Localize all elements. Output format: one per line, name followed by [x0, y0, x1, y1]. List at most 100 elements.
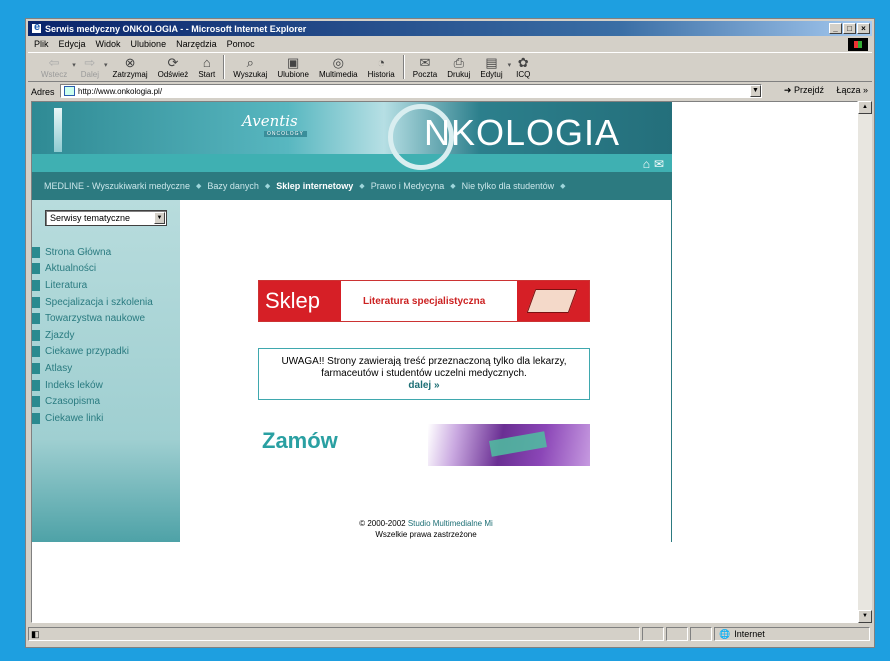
banner-strip: [32, 154, 672, 172]
square-bullet-icon: [32, 263, 40, 275]
sidebar-item-label: Ciekawe linki: [45, 412, 104, 424]
shop-logo: Sklep: [259, 281, 341, 321]
windows-logo-icon: [848, 38, 868, 51]
forward-label: Dalej: [80, 70, 99, 79]
warning-box: UWAGA!! Strony zawierają treść przeznacz…: [258, 348, 590, 400]
footer-studio-link[interactable]: Studio Multimedialne Mi: [408, 519, 493, 528]
vertical-scrollbar[interactable]: ▲ ▼: [858, 101, 872, 623]
aventis-oncology-label: ONCOLOGY: [264, 131, 307, 137]
sidebar-item-atlasy[interactable]: Atlasy: [32, 360, 153, 377]
print-button[interactable]: ⎙ Drukuj: [442, 53, 475, 81]
sidebar-item-towarzystwa[interactable]: Towarzystwa naukowe: [32, 310, 153, 327]
sidebar-item-label: Towarzystwa naukowe: [45, 313, 146, 325]
order-heading[interactable]: Zamów: [262, 428, 338, 454]
edit-label: Edytuj: [480, 70, 503, 79]
globe-icon: 🌐: [719, 628, 731, 639]
site-banner: Aventis ONCOLOGY NKOLOGIA: [32, 102, 672, 170]
square-bullet-icon: [32, 246, 40, 258]
nav-medline[interactable]: MEDLINE - Wyszukiwarki medyczne: [44, 181, 190, 191]
toolbar-separator: [402, 55, 405, 79]
sidebar: Serwisy tematyczne ▼ Strona Główna Aktua…: [32, 200, 180, 542]
home-icon[interactable]: ⌂: [643, 157, 650, 171]
status-bar: ◧ 🌐 Internet: [28, 625, 872, 643]
home-button[interactable]: ⌂ Start: [193, 53, 220, 81]
media-button[interactable]: ◎ Multimedia: [314, 53, 363, 81]
sidebar-item-label: Zjazdy: [45, 329, 75, 341]
menu-tools[interactable]: Narzędzia: [176, 39, 217, 49]
forward-button[interactable]: ⇨ Dalej: [76, 53, 104, 81]
sidebar-item-indeks-lekow[interactable]: Indeks leków: [32, 377, 153, 394]
sidebar-item-label: Ciekawe przypadki: [45, 346, 129, 358]
edit-button[interactable]: ▤ Edytuj: [475, 53, 507, 81]
address-input[interactable]: http://www.onkologia.pl/ ▼: [60, 84, 762, 98]
sidebar-item-zjazdy[interactable]: Zjazdy: [32, 327, 153, 344]
sidebar-item-czasopisma[interactable]: Czasopisma: [32, 393, 153, 410]
refresh-icon: ⟳: [167, 55, 179, 70]
order-product-image[interactable]: [428, 424, 590, 466]
bullet-icon: ◆: [359, 183, 365, 190]
icq-button[interactable]: ✿ ICQ: [511, 53, 535, 81]
maximize-button[interactable]: □: [843, 23, 856, 34]
stop-button[interactable]: ⊗ Zatrzymaj: [108, 53, 153, 81]
home-label: Start: [198, 70, 216, 79]
menu-help[interactable]: Pomoc: [227, 39, 255, 49]
bullet-icon: ◆: [264, 183, 271, 190]
sidebar-item-ciekawe-linki[interactable]: Ciekawe linki: [32, 410, 153, 427]
thematic-services-select[interactable]: Serwisy tematyczne ▼: [45, 210, 167, 226]
menu-favorites[interactable]: Ulubione: [131, 39, 167, 49]
square-bullet-icon: [32, 396, 40, 408]
links-button[interactable]: Łącza »: [836, 85, 868, 95]
sidebar-item-aktualnosci[interactable]: Aktualności: [32, 261, 153, 278]
mail-button[interactable]: ✉ Poczta: [408, 53, 442, 81]
icq-flower-icon: ✿: [517, 55, 529, 70]
nav-bazy-danych[interactable]: Bazy danych: [207, 181, 259, 191]
address-label: Adres: [31, 86, 55, 97]
square-bullet-icon: [32, 296, 40, 308]
menu-edit[interactable]: Edycja: [59, 39, 86, 49]
address-dropdown-icon[interactable]: ▼: [750, 85, 761, 97]
nav-nie-tylko-dla-studentow[interactable]: Nie tylko dla studentów: [462, 181, 555, 191]
menu-bar: Plik Edycja Widok Ulubione Narzędzia Pom…: [28, 37, 872, 51]
go-label: Przejdź: [793, 85, 824, 95]
go-button[interactable]: ➜ Przejdź: [784, 85, 824, 96]
scroll-up-icon[interactable]: ▲: [858, 101, 872, 114]
nav-sklep-internetowy[interactable]: Sklep internetowy: [276, 181, 353, 191]
status-text: ◧: [28, 627, 640, 641]
print-label: Drukuj: [447, 70, 471, 79]
status-cell: [666, 627, 688, 641]
square-bullet-icon: [32, 362, 40, 374]
mail-icon[interactable]: ✉: [654, 157, 664, 171]
minimize-button[interactable]: _: [829, 23, 842, 34]
chevron-down-icon: ▼: [154, 212, 165, 224]
icq-label: ICQ: [516, 70, 531, 79]
nav-prawo-i-medycyna[interactable]: Prawo i Medycyna: [371, 181, 445, 191]
sidebar-item-strona-glowna[interactable]: Strona Główna: [32, 244, 153, 261]
square-bullet-icon: [32, 279, 40, 291]
search-icon: ⌕: [246, 55, 254, 70]
menu-file[interactable]: Plik: [34, 39, 49, 49]
site-nav: MEDLINE - Wyszukiwarki medyczne ◆ Bazy d…: [32, 172, 672, 200]
chevron-right-icon: »: [862, 85, 868, 95]
shop-banner[interactable]: Sklep Literatura specjalistyczna: [258, 280, 590, 322]
history-button[interactable]: ◔ Historia: [363, 53, 400, 81]
sidebar-menu: Strona Główna Aktualności Literatura Spe…: [32, 244, 153, 427]
footer-rights: Wszelkie prawa zastrzeżone: [375, 530, 477, 539]
media-icon: ◎: [332, 55, 344, 70]
shop-banner-text: Literatura specjalistyczna: [363, 295, 486, 307]
sidebar-item-ciekawe-przypadki[interactable]: Ciekawe przypadki: [32, 344, 153, 361]
refresh-button[interactable]: ⟳ Odśwież: [153, 53, 194, 81]
links-label: Łącza: [836, 85, 861, 95]
search-button[interactable]: ⌕ Wyszukaj: [228, 53, 272, 81]
menu-view[interactable]: Widok: [96, 39, 121, 49]
favorites-button[interactable]: ▣ Ulubione: [272, 53, 314, 81]
back-button[interactable]: ⇦ Wstecz: [36, 53, 72, 81]
continue-link[interactable]: dalej »: [259, 380, 589, 392]
square-bullet-icon: [32, 412, 40, 424]
close-button[interactable]: ×: [857, 23, 870, 34]
sidebar-item-literatura[interactable]: Literatura: [32, 277, 153, 294]
print-icon: ⎙: [453, 55, 464, 70]
stop-icon: ⊗: [124, 55, 136, 70]
title-bar[interactable]: Serwis medyczny ONKOLOGIA - - Microsoft …: [28, 21, 872, 36]
scroll-down-icon[interactable]: ▼: [858, 610, 872, 623]
sidebar-item-specjalizacja[interactable]: Specjalizacja i szkolenia: [32, 294, 153, 311]
